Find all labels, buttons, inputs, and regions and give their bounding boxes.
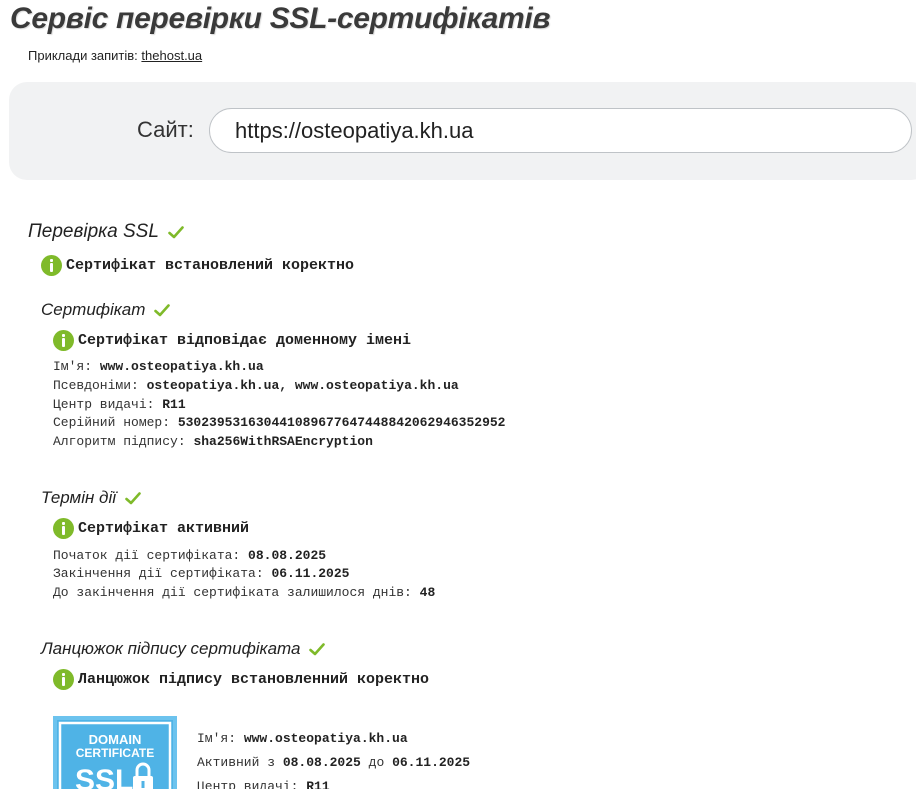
row-value: sha256WithRSAEncryption <box>193 434 373 449</box>
row-label: Ім'я: <box>53 359 100 374</box>
check-icon <box>309 642 326 655</box>
badge-line3: SSL <box>75 764 133 789</box>
chain-title: Ланцюжок підпису сертифіката <box>41 639 301 658</box>
info-icon <box>41 255 62 276</box>
validity-status: Сертифікат активний <box>53 518 249 539</box>
page-title: Сервіс перевірки SSL-сертифікатів <box>10 2 551 35</box>
chain-name-row: Ім'я: www.osteopatiya.kh.ua <box>197 731 408 746</box>
validity-heading: Термін дії <box>41 488 141 508</box>
chain-heading: Ланцюжок підпису сертифіката <box>41 639 326 659</box>
validity-start-row: Початок дії сертифіката: 08.08.2025 <box>53 548 326 563</box>
ssl-badge-graphic: DOMAIN CERTIFICATE SSL <box>53 716 177 789</box>
row-value: 08.08.2025 <box>248 548 327 563</box>
row-value: 06.11.2025 <box>271 566 350 581</box>
chain-issuer-row: Центр видачі: R11 <box>197 779 330 789</box>
cert-serial-row: Серійний номер: 530239531630441089677647… <box>53 415 505 430</box>
row-label: до <box>360 755 393 770</box>
cert-issuer-row: Центр видачі: R11 <box>53 397 186 412</box>
validity-end-row: Закінчення дії сертифіката: 06.11.2025 <box>53 566 349 581</box>
badge-line1: DOMAIN <box>89 732 142 747</box>
row-label: Активний з <box>197 755 283 770</box>
certificate-heading: Сертифікат <box>41 300 171 320</box>
cert-aliases-row: Псевдоніми: osteopatiya.kh.ua, www.osteo… <box>53 378 459 393</box>
check-icon <box>125 491 141 504</box>
row-value: osteopatiya.kh.ua, www.osteopatiya.kh.ua <box>146 378 459 393</box>
domain-certificate-ssl-badge: DOMAIN CERTIFICATE SSL <box>53 716 177 789</box>
chain-active-row: Активний з 08.08.2025 до 06.11.2025 <box>197 755 470 770</box>
certificate-title: Сертифікат <box>41 300 146 319</box>
ssl-check-title: Перевірка SSL <box>28 221 159 242</box>
examples-label: Приклади запитів: <box>28 48 138 63</box>
row-value: R11 <box>306 779 330 789</box>
row-value: R11 <box>162 397 186 412</box>
info-icon <box>53 669 74 690</box>
row-value: www.osteopatiya.kh.ua <box>99 359 264 374</box>
ssl-status: Сертифікат встановлений коректно <box>41 255 354 276</box>
example-link[interactable]: thehost.ua <box>141 48 202 63</box>
row-label: Початок дії сертифіката: <box>53 548 249 563</box>
chain-status-text: Ланцюжок підпису встановленний коректно <box>78 671 430 688</box>
chain-status: Ланцюжок підпису встановленний коректно <box>53 669 429 690</box>
row-label: Серійний номер: <box>53 415 178 430</box>
cert-algorithm-row: Алгоритм підпису: sha256WithRSAEncryptio… <box>53 434 373 449</box>
row-value: www.osteopatiya.kh.ua <box>243 731 408 746</box>
row-label: Алгоритм підпису: <box>53 434 194 449</box>
validity-title: Термін дії <box>41 488 116 507</box>
certificate-status-text: Сертифікат відповідає доменному імені <box>78 332 412 349</box>
row-value: 5302395316304410896776474488420629463529… <box>177 415 506 430</box>
row-value: 08.08.2025 <box>282 755 361 770</box>
row-label: Центр видачі: <box>197 779 307 789</box>
site-input[interactable] <box>209 108 912 153</box>
ssl-status-text: Сертифікат встановлений коректно <box>66 257 355 274</box>
check-icon <box>154 303 171 316</box>
cert-name-row: Ім'я: www.osteopatiya.kh.ua <box>53 359 264 374</box>
badge-line2: CERTIFICATE <box>76 746 154 760</box>
site-label: Сайт: <box>137 117 194 142</box>
validity-days-left-row: До закінчення дії сертифіката залишилося… <box>53 585 435 600</box>
row-label: Центр видачі: <box>53 397 163 412</box>
info-icon <box>53 330 74 351</box>
validity-status-text: Сертифікат активний <box>78 520 250 537</box>
row-value: 06.11.2025 <box>392 755 471 770</box>
certificate-status: Сертифікат відповідає доменному імені <box>53 330 411 351</box>
row-label: Ім'я: <box>197 731 244 746</box>
row-label: До закінчення дії сертифіката залишилося… <box>53 585 420 600</box>
query-examples: Приклади запитів: thehost.ua <box>28 48 202 63</box>
row-label: Закінчення дії сертифіката: <box>53 566 272 581</box>
check-icon <box>168 225 184 238</box>
info-icon <box>53 518 74 539</box>
row-value: 48 <box>419 585 436 600</box>
row-label: Псевдоніми: <box>53 378 147 393</box>
ssl-check-heading: Перевірка SSL <box>28 221 184 243</box>
